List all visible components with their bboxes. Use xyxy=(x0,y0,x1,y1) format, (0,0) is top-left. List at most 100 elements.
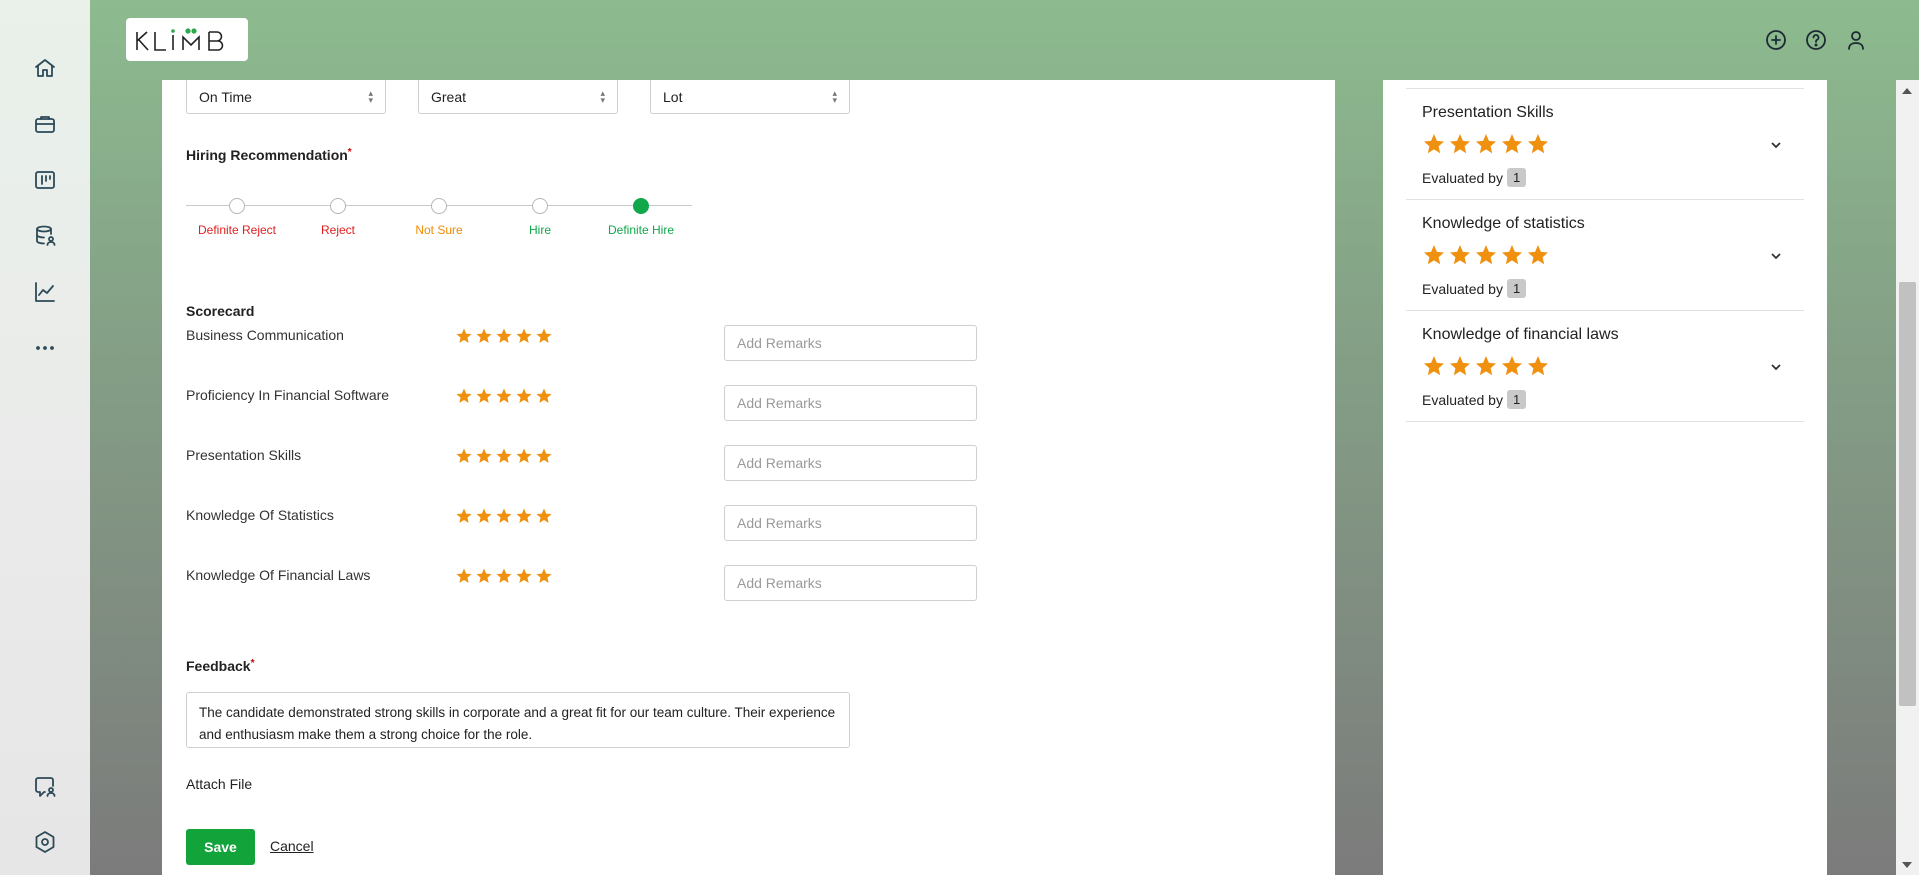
scroll-down-arrow[interactable] xyxy=(1902,862,1912,868)
chat-user-icon[interactable] xyxy=(29,771,61,803)
scorecard-criterion-label: Business Communication xyxy=(186,327,344,343)
star-icon[interactable] xyxy=(535,387,553,405)
database-user-icon[interactable] xyxy=(29,220,61,252)
analytics-icon[interactable] xyxy=(29,276,61,308)
recommendation-label[interactable]: Definite Reject xyxy=(198,223,276,237)
summary-star-rating xyxy=(1422,132,1550,156)
feedback-textarea[interactable]: The candidate demonstrated strong skills… xyxy=(186,692,850,748)
attitude-select[interactable]: Great ▴ ▾ xyxy=(418,80,618,114)
remarks-input[interactable] xyxy=(724,325,977,361)
evaluated-by-label: Evaluated by xyxy=(1422,280,1503,297)
chevron-down-icon[interactable] xyxy=(1768,248,1784,264)
star-rating[interactable] xyxy=(455,327,553,345)
recommendation-radio-hire[interactable] xyxy=(532,198,548,214)
cancel-link[interactable]: Cancel xyxy=(270,838,314,854)
star-icon[interactable] xyxy=(495,387,513,405)
settings-icon[interactable] xyxy=(29,826,61,858)
star-icon[interactable] xyxy=(495,327,513,345)
recommendation-label[interactable]: Not Sure xyxy=(415,223,462,237)
star-icon[interactable] xyxy=(535,447,553,465)
hiring-recommendation-label: Hiring Recommendation* xyxy=(186,147,352,163)
home-icon[interactable] xyxy=(29,52,61,84)
remarks-input[interactable] xyxy=(724,385,977,421)
remarks-input[interactable] xyxy=(724,445,977,481)
recommendation-label[interactable]: Hire xyxy=(529,223,551,237)
chevron-updown-icon: ▴ ▾ xyxy=(832,87,837,105)
star-icon[interactable] xyxy=(515,327,533,345)
star-icon[interactable] xyxy=(495,567,513,585)
star-icon[interactable] xyxy=(455,567,473,585)
logo[interactable] xyxy=(126,18,248,61)
more-icon[interactable] xyxy=(29,332,61,364)
star-icon[interactable] xyxy=(515,507,533,525)
summary-item[interactable]: Knowledge of financial laws Evaluated by 1 xyxy=(1406,311,1804,422)
feedback-label: Feedback* xyxy=(186,658,255,674)
summary-star-rating xyxy=(1422,243,1550,267)
star-rating[interactable] xyxy=(455,447,553,465)
recommendation-label[interactable]: Definite Hire xyxy=(608,223,674,237)
star-rating[interactable] xyxy=(455,567,553,585)
scroll-up-arrow[interactable] xyxy=(1902,88,1912,94)
summary-star-rating xyxy=(1422,354,1550,378)
star-icon[interactable] xyxy=(515,387,533,405)
star-rating[interactable] xyxy=(455,507,553,525)
star-icon xyxy=(1528,356,1548,376)
scorecard-title: Scorecard xyxy=(186,303,255,319)
punctuality-select[interactable]: On Time ▴ ▾ xyxy=(186,80,386,114)
save-button[interactable]: Save xyxy=(186,829,255,865)
star-icon[interactable] xyxy=(455,447,473,465)
learning-select[interactable]: Lot ▴ ▾ xyxy=(650,80,850,114)
board-icon[interactable] xyxy=(29,164,61,196)
evaluated-by: Evaluated by 1 xyxy=(1422,168,1527,187)
label-text: Hiring Recommendation xyxy=(186,147,348,163)
star-icon[interactable] xyxy=(455,327,473,345)
remarks-input[interactable] xyxy=(724,505,977,541)
star-rating[interactable] xyxy=(455,387,553,405)
star-icon[interactable] xyxy=(475,507,493,525)
star-icon[interactable] xyxy=(475,567,493,585)
star-icon xyxy=(1450,245,1470,265)
star-icon[interactable] xyxy=(475,327,493,345)
star-icon xyxy=(1476,356,1496,376)
briefcase-icon[interactable] xyxy=(29,108,61,140)
summary-item[interactable]: Presentation Skills Evaluated by 1 xyxy=(1406,89,1804,200)
summary-item[interactable]: Knowledge of statistics Evaluated by 1 xyxy=(1406,200,1804,311)
remarks-input[interactable] xyxy=(724,565,977,601)
star-icon xyxy=(1476,134,1496,154)
summary-item-title: Knowledge of financial laws xyxy=(1422,326,1619,343)
star-icon[interactable] xyxy=(455,387,473,405)
add-circle-icon[interactable] xyxy=(1764,28,1788,52)
scrollbar-thumb[interactable] xyxy=(1899,282,1916,706)
star-icon[interactable] xyxy=(535,327,553,345)
select-value: Lot xyxy=(663,88,683,105)
chevron-updown-icon: ▴ ▾ xyxy=(368,87,373,105)
evaluator-count-badge[interactable]: 1 xyxy=(1506,168,1527,187)
star-icon[interactable] xyxy=(495,447,513,465)
scorecard-criterion-label: Knowledge Of Statistics xyxy=(186,507,334,523)
sidebar xyxy=(0,0,90,875)
recommendation-radio-reject[interactable] xyxy=(330,198,346,214)
star-icon[interactable] xyxy=(475,447,493,465)
recommendation-label[interactable]: Reject xyxy=(321,223,355,237)
star-icon xyxy=(1450,356,1470,376)
scorecard-criterion-label: Knowledge Of Financial Laws xyxy=(186,567,371,583)
star-icon[interactable] xyxy=(475,387,493,405)
star-icon[interactable] xyxy=(535,507,553,525)
star-icon[interactable] xyxy=(495,507,513,525)
star-icon[interactable] xyxy=(515,447,533,465)
chevron-down-icon[interactable] xyxy=(1768,137,1784,153)
star-icon[interactable] xyxy=(535,567,553,585)
attach-file-label[interactable]: Attach File xyxy=(186,776,252,792)
star-icon[interactable] xyxy=(515,567,533,585)
evaluated-by-label: Evaluated by xyxy=(1422,169,1503,186)
help-icon[interactable] xyxy=(1804,28,1828,52)
recommendation-radio-definite-hire[interactable] xyxy=(633,198,649,214)
chevron-down-icon[interactable] xyxy=(1768,359,1784,375)
star-icon xyxy=(1424,245,1444,265)
evaluator-count-badge[interactable]: 1 xyxy=(1506,279,1527,298)
star-icon[interactable] xyxy=(455,507,473,525)
recommendation-radio-not-sure[interactable] xyxy=(431,198,447,214)
user-icon[interactable] xyxy=(1844,28,1868,52)
evaluator-count-badge[interactable]: 1 xyxy=(1506,390,1527,409)
recommendation-radio-definite-reject[interactable] xyxy=(229,198,245,214)
